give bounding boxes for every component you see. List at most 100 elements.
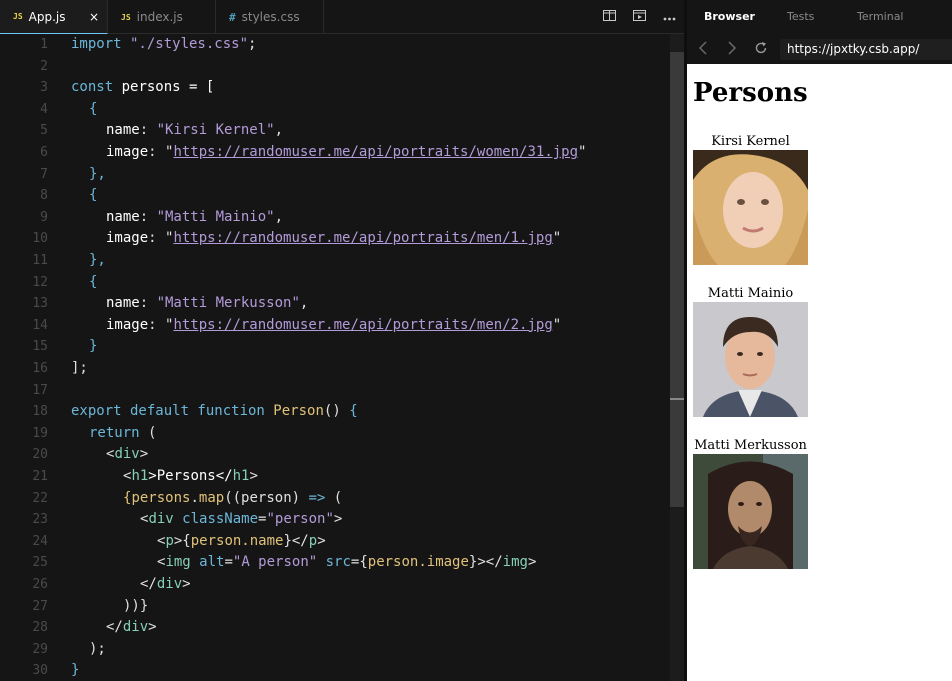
editor-scrollbar-thumb[interactable] xyxy=(670,52,684,507)
code-line[interactable]: 3 const persons = [ xyxy=(0,77,670,98)
code-line[interactable]: 6 image: "https://randomuser.me/api/portr… xyxy=(0,142,670,163)
code-text: image: "https://randomuser.me/api/portra… xyxy=(106,315,561,336)
code-line[interactable]: 14 image: "https://randomuser.me/api/port… xyxy=(0,315,670,336)
code-line[interactable]: 4{ xyxy=(0,99,670,120)
code-area[interactable]: 1 import "./styles.css"; 2 3 const persons =… xyxy=(0,34,670,681)
close-icon[interactable]: × xyxy=(89,10,99,24)
code-token: src xyxy=(317,554,351,571)
code-token: Person xyxy=(264,403,324,420)
code-token: > xyxy=(317,532,326,549)
code-text: </div> xyxy=(140,574,191,595)
forward-icon[interactable] xyxy=(727,40,737,59)
code-text: ]; xyxy=(71,358,88,379)
code-link[interactable]: https://randomuser.me/api/portraits/men/… xyxy=(173,317,552,333)
line-number: 26 xyxy=(32,577,48,592)
code-line[interactable]: 20 <div> xyxy=(0,444,670,465)
code-line[interactable]: 23 <div className="person"> xyxy=(0,509,670,530)
tab-tests[interactable]: Tests xyxy=(787,10,814,23)
code-line[interactable]: 28 </div> xyxy=(0,617,670,638)
code-text: <p>{person.name}</p> xyxy=(157,531,326,552)
line-number: 1 xyxy=(40,37,48,52)
code-line[interactable]: 13 name: "Matti Merkusson", xyxy=(0,293,670,314)
code-token: : " xyxy=(148,230,174,247)
code-line[interactable]: 5 name: "Kirsi Kernel", xyxy=(0,120,670,141)
code-line[interactable]: 12 { xyxy=(0,272,670,293)
preview-panel: Browser Tests Terminal https://jpxtky.cs… xyxy=(687,0,952,681)
line-number: 24 xyxy=(32,533,48,549)
code-line[interactable]: 21 <h1>Persons</h1> xyxy=(0,466,670,487)
code-link[interactable]: https://randomuser.me/api/portraits/men/… xyxy=(173,230,552,246)
code-line[interactable]: 27))} xyxy=(0,596,670,617)
code-line[interactable]: 17 xyxy=(0,380,670,401)
code-token: : " xyxy=(148,316,174,333)
more-options-icon[interactable] xyxy=(654,10,684,24)
tab-browser[interactable]: Browser xyxy=(704,10,755,23)
code-token: "Kirsi Kernel" xyxy=(156,122,275,139)
code-line[interactable]: 24 <p>{person.name}</p> xyxy=(0,531,670,552)
code-token: , xyxy=(299,295,309,312)
js-file-icon: JS xyxy=(121,12,131,22)
code-line[interactable]: 11}, xyxy=(0,250,670,271)
code-token: persons xyxy=(131,489,191,506)
refresh-icon[interactable] xyxy=(754,40,768,59)
code-text: { xyxy=(89,272,97,293)
code-line[interactable]: 22 {persons.map((person) => ( xyxy=(0,488,670,509)
code-token: const xyxy=(71,79,114,96)
line-number: 16 xyxy=(32,361,48,376)
split-editor-icon[interactable] xyxy=(594,10,624,24)
code-token: div xyxy=(114,446,140,463)
code-token: => xyxy=(308,489,326,506)
code-token: ={ xyxy=(350,554,368,571)
line-number: 20 xyxy=(32,447,48,463)
code-line[interactable]: 1 import "./styles.css"; xyxy=(0,34,670,55)
line-number: 23 xyxy=(32,512,48,528)
line-number: 22 xyxy=(32,490,48,506)
code-line[interactable]: 18 export default function Person() { xyxy=(0,401,670,422)
code-line[interactable]: 10 image: "https://randomuser.me/api/port… xyxy=(0,228,670,249)
code-line[interactable]: 8{ xyxy=(0,185,670,206)
code-line[interactable]: 7}, xyxy=(0,164,670,185)
code-token: div xyxy=(156,576,183,592)
code-token: { xyxy=(89,187,98,204)
code-token: p xyxy=(308,532,318,549)
line-number: 2 xyxy=(40,58,48,74)
code-line[interactable]: 9 name: "Matti Mainio", xyxy=(0,207,670,228)
person-photo xyxy=(693,150,808,265)
code-token: export default function xyxy=(71,403,265,420)
code-text: name: "Matti Merkusson", xyxy=(106,293,308,314)
code-line[interactable]: 15} xyxy=(0,336,670,357)
code-line[interactable]: 30} xyxy=(0,660,670,681)
tab-index-js[interactable]: JS index.js xyxy=(108,0,216,34)
code-token: , xyxy=(274,122,284,139)
code-line[interactable]: 29); xyxy=(0,639,670,660)
code-token: " xyxy=(578,144,587,160)
code-token: "person" xyxy=(266,511,334,528)
code-token: "Matti Merkusson" xyxy=(156,295,300,312)
person-photo xyxy=(693,454,808,569)
code-token: . xyxy=(190,489,199,506)
code-line[interactable]: 2 xyxy=(0,56,670,77)
code-line[interactable]: 25 <img alt="A person" src={person.image}… xyxy=(0,552,670,573)
code-text: ))} xyxy=(123,596,148,617)
code-token: " xyxy=(552,316,562,333)
code-text: { xyxy=(89,185,97,206)
code-text: } xyxy=(89,336,97,357)
tab-styles-css[interactable]: # styles.css xyxy=(216,0,324,34)
code-token: > xyxy=(139,446,149,463)
tab-app-js[interactable]: JS App.js × xyxy=(0,0,108,34)
tab-terminal[interactable]: Terminal xyxy=(857,10,904,23)
tab-label: App.js xyxy=(28,9,66,24)
code-token: ); xyxy=(89,640,106,657)
code-link[interactable]: https://randomuser.me/api/portraits/wome… xyxy=(173,144,578,160)
code-token: }></ xyxy=(468,554,503,571)
code-line[interactable]: 26 </div> xyxy=(0,574,670,595)
code-line[interactable]: 16]; xyxy=(0,358,670,379)
back-icon[interactable] xyxy=(698,40,708,59)
url-input[interactable]: https://jpxtky.csb.app/ xyxy=(780,39,952,60)
code-text: export default function Person() { xyxy=(71,401,358,422)
code-line[interactable]: 19 return ( xyxy=(0,423,670,444)
code-token: "Matti Mainio" xyxy=(156,208,275,225)
person-card: Matti Merkusson xyxy=(693,437,808,569)
open-preview-icon[interactable] xyxy=(624,10,654,24)
code-editor[interactable]: JS App.js × JS index.js # styles.css 1 im… xyxy=(0,0,684,681)
